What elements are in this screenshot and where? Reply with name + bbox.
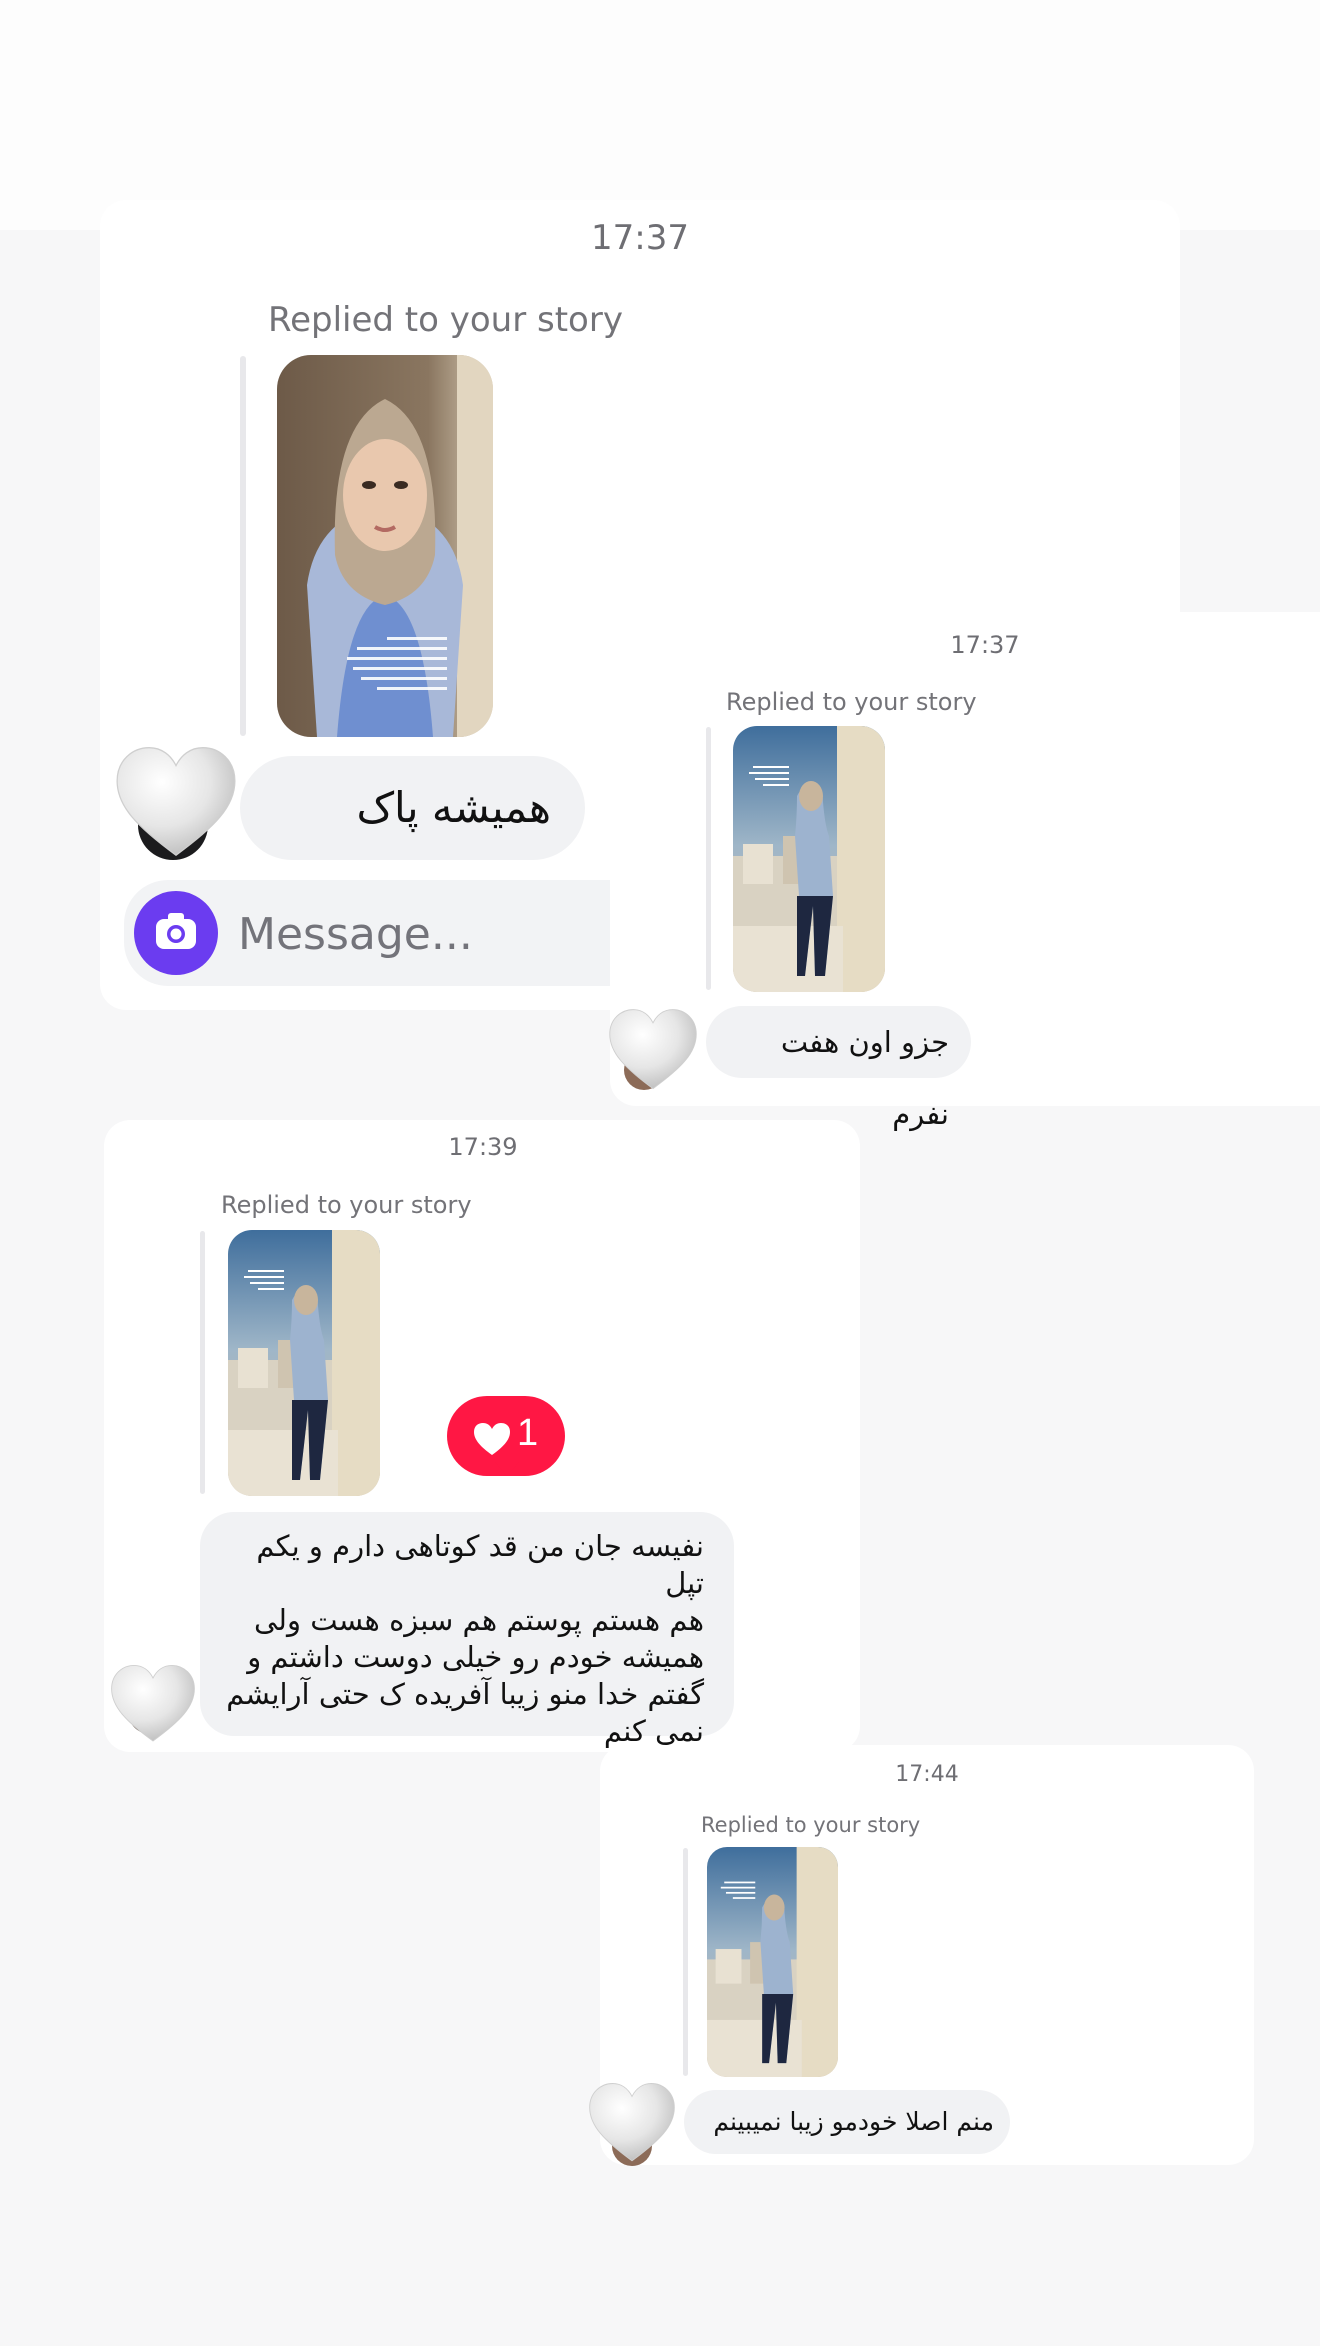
message-bubble[interactable]: همیشه پاک کردم [240, 756, 585, 936]
message-bubble[interactable]: نفیسه جان من قد کوتاهی دارم و یکم تپل هم… [200, 1512, 734, 1748]
message-input[interactable] [238, 904, 598, 964]
story-quote-bar [683, 1848, 688, 2076]
message-timestamp: 17:44 [895, 1762, 959, 1787]
reaction-badge[interactable]: 1 [447, 1396, 565, 1476]
replied-to-story-label: Replied to your story [701, 1813, 921, 1837]
story-quote-bar [706, 727, 711, 990]
message-timestamp: 17:37 [950, 631, 1020, 659]
replied-to-story-label: Replied to your story [726, 688, 977, 716]
heart-icon [474, 1423, 510, 1455]
reaction-tail [495, 1462, 519, 1476]
camera-icon [156, 913, 196, 949]
story-quote-bar [240, 356, 246, 736]
story-thumbnail[interactable] [277, 355, 493, 737]
story-thumbnail[interactable] [707, 1847, 838, 2077]
message-line: همیشه خودم رو خیلی دوست داشتم و [247, 1640, 704, 1674]
heart-sticker-icon [108, 1660, 198, 1750]
reaction-count: 1 [517, 1412, 539, 1454]
message-timestamp: 17:37 [591, 218, 689, 258]
story-quote-bar [200, 1231, 205, 1494]
story-thumbnail[interactable] [733, 726, 885, 992]
replied-to-story-label: Replied to your story [221, 1191, 472, 1219]
heart-sticker-icon [112, 740, 240, 868]
replied-to-story-label: Replied to your story [268, 300, 623, 340]
message-line: هم هستم پوستم هم سبزه هست ولی [253, 1603, 704, 1637]
message-bubble[interactable]: جزو اون هفت نفرم [706, 1006, 971, 1131]
heart-sticker-icon [586, 2078, 678, 2170]
message-line: نفیسه جان من قد کوتاهی دارم و یکم تپل [256, 1529, 704, 1600]
message-bubble[interactable]: منم اصلا خودمو زیبا نمیبینم [684, 2090, 1010, 2154]
heart-sticker-icon [606, 1004, 700, 1098]
message-timestamp: 17:39 [448, 1133, 518, 1161]
story-thumbnail[interactable] [228, 1230, 380, 1496]
top-blank-area [0, 0, 1320, 230]
message-line: گفتم خدا منو زیبا آفریده ک حتی آرایشم [226, 1677, 704, 1711]
camera-button[interactable] [134, 891, 218, 975]
